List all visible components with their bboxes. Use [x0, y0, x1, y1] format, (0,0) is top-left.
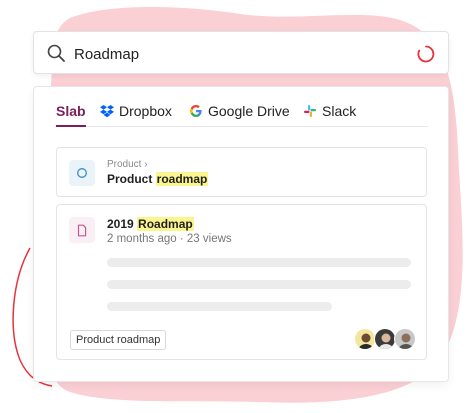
title-highlight: roadmap	[155, 172, 209, 186]
title-prefix: Product	[107, 172, 156, 186]
topic-tag[interactable]: Product roadmap	[70, 330, 167, 350]
tab-label: Dropbox	[119, 103, 172, 119]
tab-label: Google Drive	[208, 103, 290, 119]
spinner-icon	[417, 45, 435, 63]
result-meta: 2 months ago · 23 views	[107, 233, 232, 245]
content-placeholder-line	[107, 280, 411, 289]
result-title[interactable]: 2019 Roadmap	[107, 217, 194, 231]
tab-google-drive[interactable]: Google Drive	[189, 103, 290, 126]
source-tabs: Slab Dropbox Google Drive Slack	[54, 97, 428, 127]
search-icon	[47, 44, 65, 62]
dropbox-icon	[100, 105, 114, 118]
tab-label: Slack	[322, 103, 357, 119]
document-icon	[69, 217, 95, 243]
title-highlight: Roadmap	[137, 217, 194, 231]
tab-label: Slab	[56, 103, 86, 119]
search-bar[interactable]	[33, 31, 449, 74]
search-input[interactable]	[74, 43, 394, 65]
breadcrumb: Product ›	[107, 159, 148, 170]
content-placeholder-line	[107, 302, 332, 311]
avatar	[374, 328, 396, 350]
result-title[interactable]: Product roadmap	[107, 172, 209, 186]
results-panel: Slab Dropbox Google Drive Slack Product …	[33, 86, 449, 382]
title-prefix: 2019	[107, 217, 138, 231]
avatar-group	[354, 328, 418, 350]
tab-slack[interactable]: Slack	[303, 103, 356, 126]
breadcrumb-label: Product	[107, 159, 142, 170]
tab-dropbox[interactable]: Dropbox	[100, 103, 172, 126]
topic-icon	[69, 160, 95, 186]
avatar	[394, 328, 416, 350]
chevron-right-icon: ›	[144, 159, 148, 170]
result-card-document[interactable]: 2019 Roadmap 2 months ago · 23 views Pro…	[56, 204, 427, 360]
tab-slab[interactable]: Slab	[56, 103, 86, 127]
result-card-topic[interactable]: Product › Product roadmap	[56, 147, 427, 197]
google-icon	[190, 105, 202, 117]
content-placeholder-line	[107, 258, 411, 267]
avatar	[354, 328, 376, 350]
slack-icon	[304, 105, 316, 117]
